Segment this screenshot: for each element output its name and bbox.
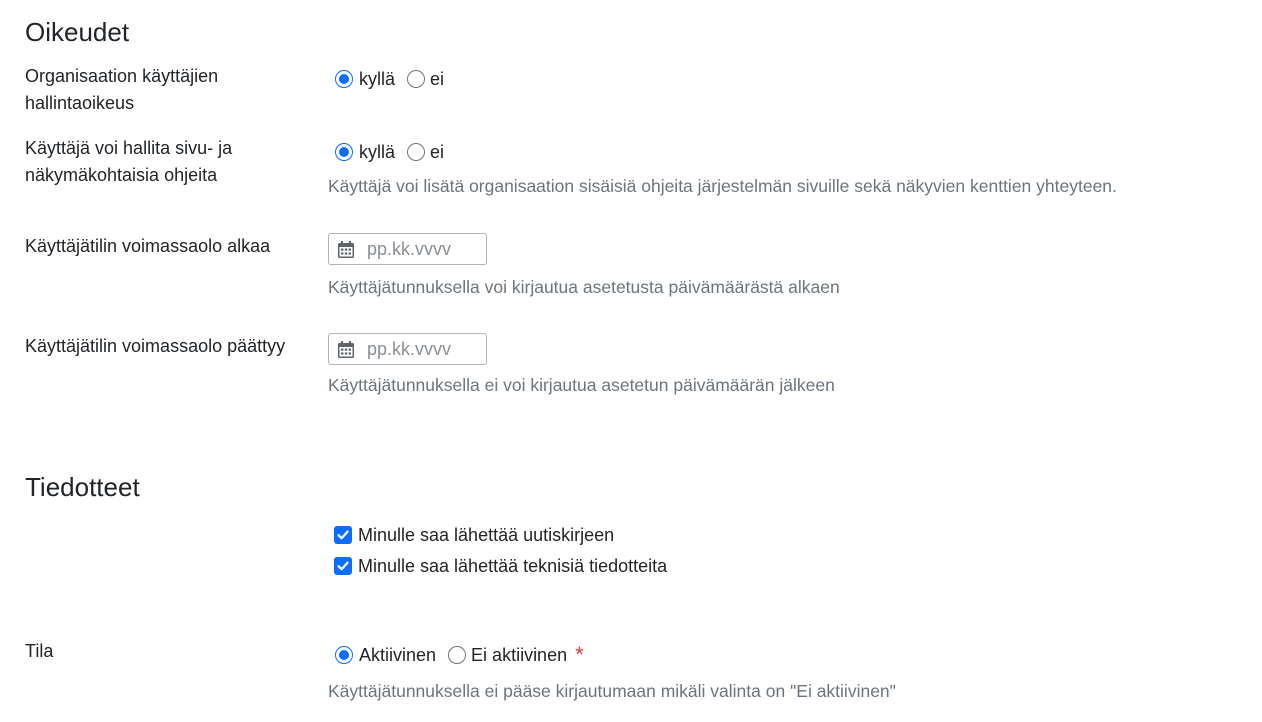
org-admin-yes-label[interactable]: kyllä	[359, 67, 395, 91]
page-help-yes-radio[interactable]	[335, 143, 353, 161]
valid-to-hint: Käyttäjätunnuksella ei voi kirjautua ase…	[328, 375, 835, 395]
newsletter-option: Minulle saa lähettää uutiskirjeen	[334, 523, 614, 547]
valid-from-date-input[interactable]: pp.kk.vvvv	[328, 233, 487, 265]
status-radio-group: Aktiivinen Ei aktiivinen *	[335, 643, 584, 667]
valid-to-label: Käyttäjätilin voimassaolo päättyy	[25, 336, 286, 356]
technical-checkbox[interactable]	[334, 557, 352, 575]
valid-from-placeholder: pp.kk.vvvv	[367, 238, 452, 259]
status-label: Tila	[25, 641, 54, 661]
valid-from-label: Käyttäjätilin voimassaolo alkaa	[25, 236, 271, 256]
required-asterisk: *	[575, 642, 584, 667]
page-help-label: Käyttäjä voi hallita sivu- ja näkymäkoht…	[25, 138, 233, 185]
status-inactive-radio[interactable]	[448, 646, 467, 664]
page-help-yes-label[interactable]: kyllä	[359, 140, 395, 164]
org-admin-radio-group: kyllä ei	[335, 67, 444, 91]
page-help-no-radio[interactable]	[407, 143, 426, 161]
valid-from-hint: Käyttäjätunnuksella voi kirjautua asetet…	[328, 277, 840, 297]
calendar-icon	[338, 340, 354, 358]
page-help-radio-group: kyllä ei	[335, 140, 444, 164]
page-help-no-label[interactable]: ei	[430, 140, 444, 164]
user-settings-form: Oikeudet Organisaation käyttäjien hallin…	[0, 0, 1262, 722]
newsletter-label[interactable]: Minulle saa lähettää uutiskirjeen	[358, 523, 614, 547]
valid-to-date-input[interactable]: pp.kk.vvvv	[328, 333, 487, 365]
section-heading-rights: Oikeudet	[25, 17, 130, 47]
newsletter-checkbox[interactable]	[334, 526, 352, 544]
status-hint: Käyttäjätunnuksella ei pääse kirjautumaa…	[328, 681, 896, 701]
technical-label[interactable]: Minulle saa lähettää teknisiä tiedotteit…	[358, 554, 667, 578]
org-admin-yes-radio[interactable]	[335, 70, 353, 88]
org-admin-no-label[interactable]: ei	[430, 67, 444, 91]
org-admin-no-radio[interactable]	[407, 70, 426, 88]
org-admin-label: Organisaation käyttäjien hallintaoikeus	[25, 66, 219, 113]
technical-option: Minulle saa lähettää teknisiä tiedotteit…	[334, 554, 667, 578]
section-heading-bulletins: Tiedotteet	[25, 472, 140, 502]
valid-to-placeholder: pp.kk.vvvv	[367, 338, 452, 359]
calendar-icon	[338, 240, 354, 258]
page-help-hint: Käyttäjä voi lisätä organisaation sisäis…	[328, 176, 1117, 196]
status-inactive-label[interactable]: Ei aktiivinen	[471, 643, 567, 667]
status-active-label[interactable]: Aktiivinen	[359, 643, 436, 667]
status-active-radio[interactable]	[335, 646, 353, 664]
